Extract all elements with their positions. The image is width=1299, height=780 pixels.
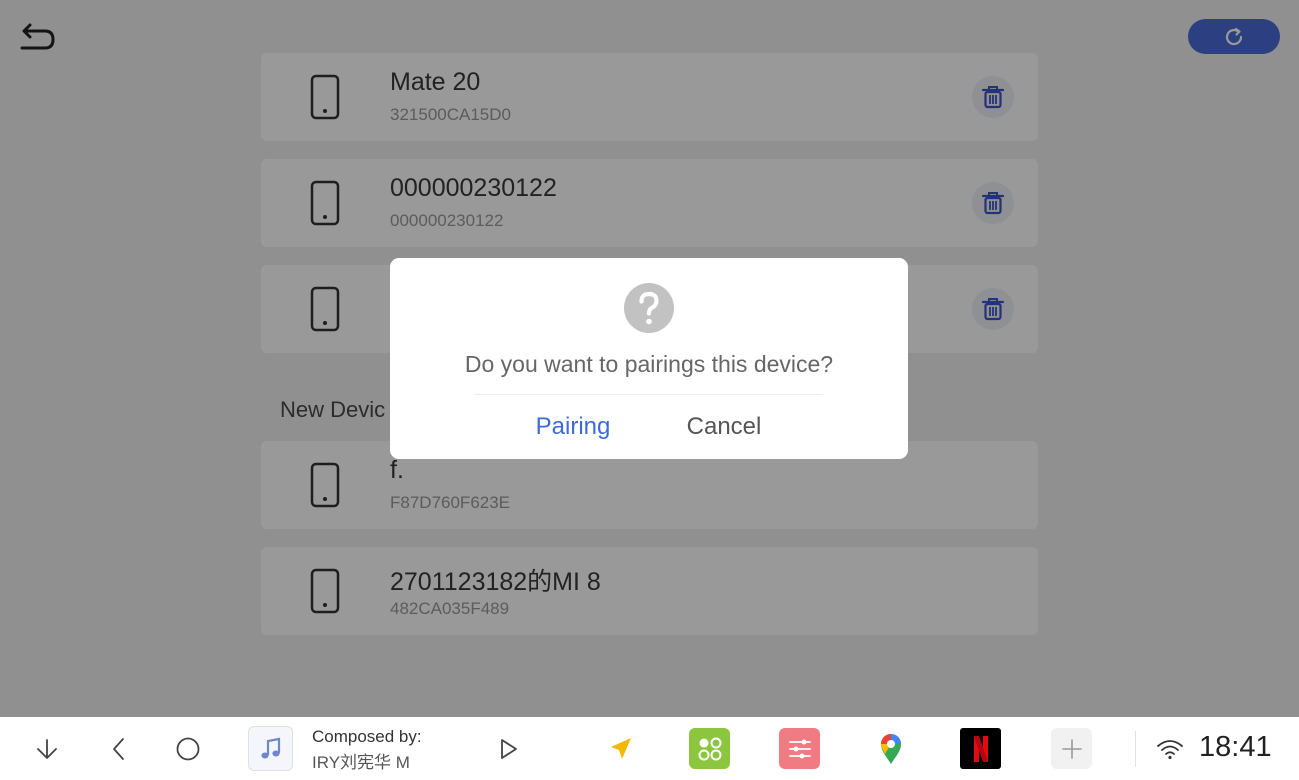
pairing-dialog: Do you want to pairings this device? Pai…: [390, 258, 908, 459]
chevron-left-icon: [113, 738, 124, 760]
add-app-button[interactable]: [1051, 728, 1092, 769]
navigation-app-button[interactable]: [599, 728, 640, 769]
media-subtitle: IRY刘宪华 M: [312, 753, 410, 772]
maps-app-button[interactable]: [870, 728, 911, 769]
wifi-status[interactable]: [1154, 733, 1186, 765]
apps-launcher-button[interactable]: [689, 728, 730, 769]
nav-back-button[interactable]: [100, 731, 138, 767]
play-button[interactable]: [490, 731, 526, 767]
question-icon: [624, 283, 674, 333]
pairing-button[interactable]: Pairing: [510, 413, 636, 441]
dialog-divider: [475, 394, 823, 395]
taskbar: Composed by: IRY刘宪华 M 18:41: [0, 717, 1299, 780]
music-app-button[interactable]: [248, 726, 293, 771]
netflix-app-button[interactable]: [960, 728, 1001, 769]
play-icon: [501, 739, 517, 759]
music-note-icon: [260, 737, 280, 758]
clock: 18:41: [1199, 731, 1272, 763]
app-grid-icon: [698, 737, 721, 760]
home-button[interactable]: [169, 731, 207, 767]
down-arrow-icon: [37, 739, 57, 759]
netflix-logo-icon: [973, 735, 988, 762]
cancel-button[interactable]: Cancel: [662, 413, 786, 441]
taskbar-divider: [1135, 731, 1136, 767]
wifi-icon: [1157, 740, 1183, 760]
equalizer-app-button[interactable]: [779, 728, 820, 769]
dialog-message: Do you want to pairings this device?: [464, 351, 834, 377]
media-title: Composed by:: [312, 727, 422, 746]
collapse-button[interactable]: [28, 731, 66, 767]
navigation-arrow-icon: [610, 737, 631, 759]
map-pin-icon: [880, 733, 901, 764]
plus-icon: [1061, 738, 1082, 759]
circle-home-icon: [176, 737, 200, 761]
equalizer-icon: [788, 739, 811, 758]
